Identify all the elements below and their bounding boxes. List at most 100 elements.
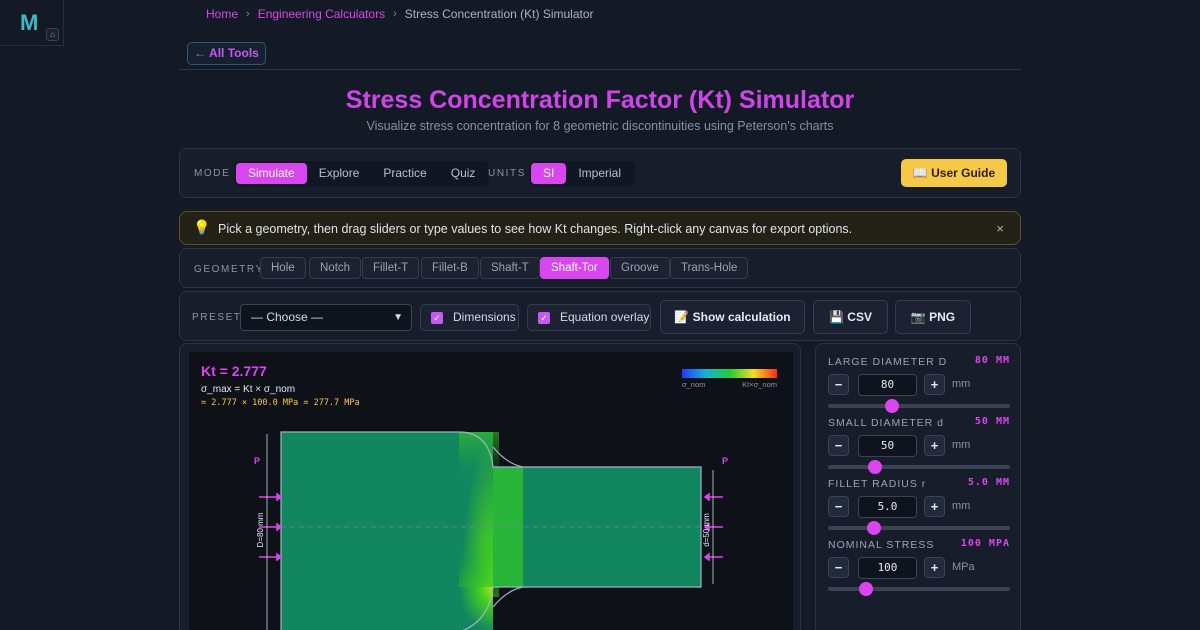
stress-canvas[interactable]: Kt = 2.777 σ_max = Kt × σ_nom = 2.777 × … bbox=[189, 352, 793, 630]
stress-plot-svg: Kt = 2.777 σ_max = Kt × σ_nom = 2.777 × … bbox=[201, 363, 777, 630]
small-shaft-section bbox=[523, 467, 701, 587]
preset-select[interactable]: — Choose — ▼ bbox=[240, 304, 412, 331]
geometry-shaft-t-button[interactable]: Shaft-T bbox=[480, 257, 540, 279]
param-small-diameter: SMALL DIAMETER d 50 MM − 50 + mm bbox=[828, 416, 1010, 477]
mode-caption: MODE bbox=[194, 168, 231, 179]
mode-practice-button[interactable]: Practice bbox=[371, 163, 438, 184]
load-label-right: P bbox=[722, 456, 728, 466]
param-display-value: 50 MM bbox=[974, 416, 1010, 427]
nominal-stress-input[interactable]: 100 bbox=[858, 557, 917, 579]
user-guide-button[interactable]: 📖 User Guide bbox=[901, 159, 1007, 187]
param-display-value: 100 MPA bbox=[960, 538, 1010, 549]
increment-button[interactable]: + bbox=[924, 557, 945, 578]
small-diameter-slider[interactable] bbox=[828, 460, 1010, 474]
chevron-down-icon: ▼ bbox=[393, 312, 403, 323]
unit-label: mm bbox=[952, 500, 971, 512]
param-fillet-radius: FILLET RADIUS r 5.0 MM − 5.0 + mm bbox=[828, 477, 1010, 538]
checkbox-checked-icon[interactable]: ✓ bbox=[431, 312, 443, 324]
dimension-label-large: D=80 mm bbox=[256, 512, 265, 547]
param-nominal-stress: NOMINAL STRESS 100 MPA − 100 + MPa bbox=[828, 538, 1010, 599]
slider-thumb[interactable] bbox=[866, 521, 881, 535]
equation-overlay-toggle[interactable]: ✓ Equation overlay bbox=[527, 304, 651, 331]
sidebar-logo-area: M ⌂ bbox=[0, 0, 64, 46]
param-label: SMALL DIAMETER d bbox=[828, 417, 944, 429]
param-label: FILLET RADIUS r bbox=[828, 478, 927, 490]
decrement-button[interactable]: − bbox=[828, 496, 849, 517]
color-legend-bar bbox=[682, 369, 777, 378]
increment-button[interactable]: + bbox=[924, 435, 945, 456]
mode-simulate-button[interactable]: Simulate bbox=[236, 163, 307, 184]
kt-value-label: Kt = 2.777 bbox=[201, 363, 267, 379]
checkbox-checked-icon[interactable]: ✓ bbox=[538, 312, 550, 324]
param-label: LARGE DIAMETER D bbox=[828, 356, 948, 368]
app-logo[interactable]: M bbox=[20, 10, 38, 36]
close-icon[interactable]: × bbox=[996, 221, 1004, 236]
units-caption: UNITS bbox=[488, 168, 526, 179]
dimensions-label: Dimensions bbox=[453, 310, 516, 324]
page-subtitle: Visualize stress concentration for 8 geo… bbox=[366, 119, 834, 133]
tip-banner: 💡 Pick a geometry, then drag sliders or … bbox=[179, 211, 1021, 245]
breadcrumb-separator: › bbox=[393, 8, 397, 20]
increment-button[interactable]: + bbox=[924, 374, 945, 395]
breadcrumb-home-link[interactable]: Home bbox=[206, 7, 238, 21]
png-export-button[interactable]: 📷 PNG bbox=[895, 300, 971, 334]
csv-export-button[interactable]: 💾 CSV bbox=[813, 300, 888, 334]
increment-button[interactable]: + bbox=[924, 496, 945, 517]
mode-quiz-button[interactable]: Quiz bbox=[439, 163, 488, 184]
units-switch: SI Imperial bbox=[529, 161, 636, 186]
unit-si-button[interactable]: SI bbox=[531, 163, 567, 184]
geometry-groove-button[interactable]: Groove bbox=[610, 257, 670, 279]
small-diameter-input[interactable]: 50 bbox=[858, 435, 917, 457]
preset-caption: PRESET bbox=[192, 312, 242, 323]
parameters-panel: LARGE DIAMETER D 80 MM − 80 + mm SMALL D… bbox=[815, 343, 1021, 630]
home-icon[interactable]: ⌂ bbox=[46, 28, 59, 41]
page-title: Stress Concentration Factor (Kt) Simulat… bbox=[345, 86, 855, 114]
show-calculation-button[interactable]: 📝 Show calculation bbox=[660, 300, 805, 334]
param-large-diameter: LARGE DIAMETER D 80 MM − 80 + mm bbox=[828, 355, 1010, 416]
visualization-panel: Kt = 2.777 σ_max = Kt × σ_nom = 2.777 × … bbox=[179, 343, 801, 630]
geometry-trans-hole-button[interactable]: Trans-Hole bbox=[670, 257, 749, 279]
preset-select-value: — Choose — bbox=[251, 310, 324, 324]
breadcrumb-category-link[interactable]: Engineering Calculators bbox=[258, 7, 385, 21]
breadcrumb: Home › Engineering Calculators › Stress … bbox=[206, 7, 594, 21]
large-diameter-input[interactable]: 80 bbox=[858, 374, 917, 396]
computation-label: = 2.777 × 100.0 MPa = 277.7 MPa bbox=[201, 398, 360, 408]
geometry-notch-button[interactable]: Notch bbox=[309, 257, 362, 279]
slider-thumb[interactable] bbox=[868, 460, 883, 474]
decrement-button[interactable]: − bbox=[828, 435, 849, 456]
toolbar: PRESET — Choose — ▼ ✓ Dimensions ✓ Equat… bbox=[179, 291, 1021, 341]
slider-thumb[interactable] bbox=[859, 582, 874, 596]
divider bbox=[179, 69, 1021, 70]
tip-text: Pick a geometry, then drag sliders or ty… bbox=[218, 222, 853, 236]
geometry-shaft-tor-button[interactable]: Shaft-Tor bbox=[540, 257, 609, 279]
unit-imperial-button[interactable]: Imperial bbox=[566, 163, 633, 184]
dimension-label-small: d=50 mm bbox=[702, 513, 711, 547]
geometry-hole-button[interactable]: Hole bbox=[260, 257, 306, 279]
param-display-value: 5.0 MM bbox=[967, 477, 1010, 488]
legend-min-label: σ_nom bbox=[682, 380, 705, 389]
load-label-left: P bbox=[254, 456, 260, 466]
unit-label: mm bbox=[952, 439, 971, 451]
geometry-fillet-t-button[interactable]: Fillet-T bbox=[362, 257, 420, 279]
equation-overlay-label: Equation overlay bbox=[560, 310, 650, 324]
formula-label: σ_max = Kt × σ_nom bbox=[201, 384, 295, 395]
all-tools-button[interactable]: ← All Tools bbox=[187, 42, 266, 65]
mode-bar: MODE Simulate Explore Practice Quiz UNIT… bbox=[179, 148, 1021, 198]
dimensions-toggle[interactable]: ✓ Dimensions bbox=[420, 304, 519, 331]
legend-max-label: Kt×σ_nom bbox=[742, 380, 777, 389]
decrement-button[interactable]: − bbox=[828, 374, 849, 395]
slider-thumb[interactable] bbox=[884, 399, 899, 413]
fillet-radius-input[interactable]: 5.0 bbox=[858, 496, 917, 518]
unit-label: mm bbox=[952, 378, 971, 390]
geometry-bar: GEOMETRY Hole Notch Fillet-T Fillet-B Sh… bbox=[179, 248, 1021, 288]
mode-explore-button[interactable]: Explore bbox=[307, 163, 372, 184]
fillet-radius-slider[interactable] bbox=[828, 521, 1010, 535]
unit-label: MPa bbox=[952, 561, 975, 573]
stress-hotspot-bottom bbox=[459, 587, 493, 630]
decrement-button[interactable]: − bbox=[828, 557, 849, 578]
large-diameter-slider[interactable] bbox=[828, 399, 1010, 413]
nominal-stress-slider[interactable] bbox=[828, 582, 1010, 596]
geometry-fillet-b-button[interactable]: Fillet-B bbox=[421, 257, 479, 279]
param-display-value: 80 MM bbox=[974, 355, 1010, 366]
geometry-caption: GEOMETRY bbox=[194, 264, 264, 275]
